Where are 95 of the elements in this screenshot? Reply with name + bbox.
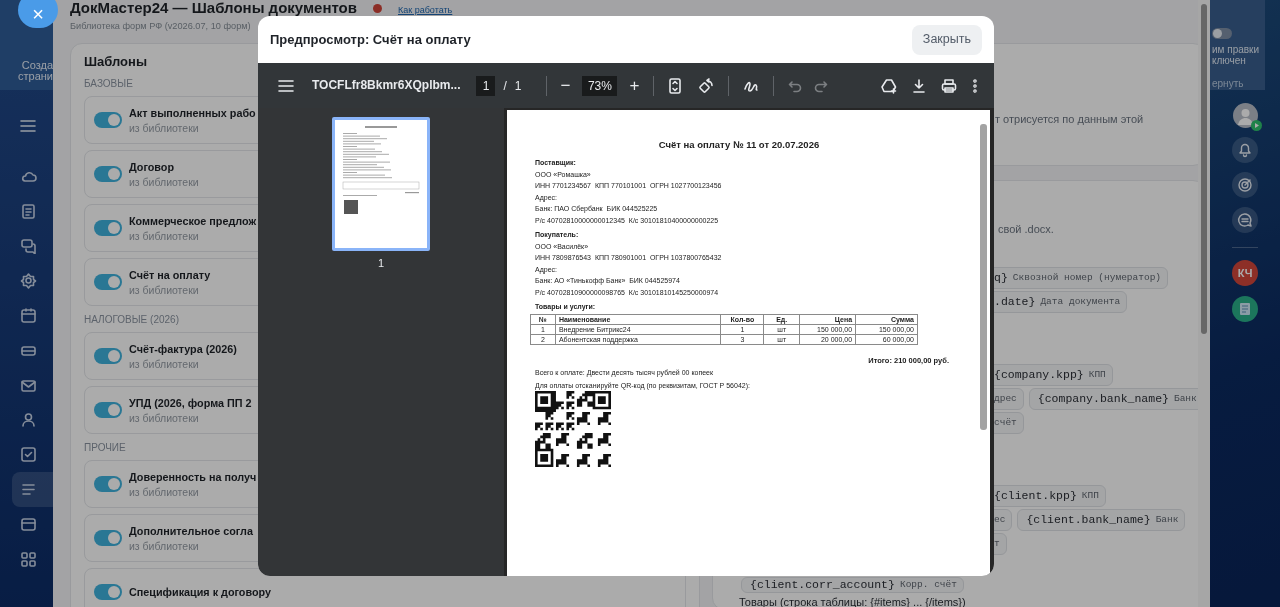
template-source: из библиотеки: [129, 539, 200, 553]
template-name: Акт выполненных рабо: [129, 106, 256, 121]
toggle-switch[interactable]: [1212, 28, 1232, 39]
placeholder-hint: Банк: [1173, 391, 1197, 406]
toggle-switch[interactable]: [94, 220, 122, 236]
template-source: из библиотеки: [129, 229, 200, 243]
placeholder-hint: Корр. счёт: [899, 577, 957, 592]
close-button[interactable]: Закрыть: [911, 24, 982, 55]
template-name: Спецификация к договору: [129, 585, 271, 600]
card-text: свой .docx.: [998, 222, 1055, 237]
toggle-switch[interactable]: [94, 530, 122, 546]
zoom-out-button[interactable]: −: [560, 77, 571, 94]
help-icon: [373, 4, 382, 13]
template-name: УПД (2026, форма ПП 2: [129, 396, 252, 411]
checkbox-icon[interactable]: [20, 446, 37, 464]
template-source: из библиотеки: [129, 175, 199, 189]
toggle-switch[interactable]: [94, 584, 122, 600]
template-name: Коммерческое предлож: [129, 214, 257, 229]
placeholder-code: {company.bank_name}: [1037, 391, 1169, 408]
toggle-switch[interactable]: [94, 274, 122, 290]
gear-icon[interactable]: [20, 272, 37, 290]
toggle-switch[interactable]: [94, 348, 122, 364]
rotate-icon[interactable]: [698, 77, 715, 94]
menu-icon[interactable]: [278, 78, 294, 93]
placeholder-code: {client.bank_name}: [1026, 512, 1151, 529]
document-icon[interactable]: [20, 202, 37, 220]
chat-icon[interactable]: [20, 237, 37, 255]
placeholder-hint: КПП: [1081, 488, 1099, 503]
group-label: ПРОЧИЕ: [84, 441, 126, 455]
zoom-in-button[interactable]: +: [629, 77, 640, 94]
scrollbar[interactable]: [1198, 0, 1210, 607]
play-badge-icon: [1250, 120, 1262, 131]
drive-add-icon[interactable]: [881, 77, 897, 94]
template-source: из библиотеки: [129, 283, 200, 297]
placeholder-hint: счёт: [994, 415, 1017, 430]
template-name: Доверенность на получ: [129, 470, 257, 485]
placeholder-code: {client.kpp}: [994, 488, 1077, 505]
placeholder-code: .date}: [994, 294, 1036, 311]
calendar-icon[interactable]: [20, 307, 37, 325]
help-link[interactable]: Как работать: [398, 5, 453, 16]
more-icon[interactable]: [972, 77, 978, 94]
window-icon[interactable]: [20, 515, 37, 533]
placeholder-hint: КПП: [1088, 367, 1106, 382]
app-icon[interactable]: [1232, 296, 1258, 322]
grid-icon[interactable]: [20, 550, 37, 568]
card-title: Шаблоны: [84, 54, 148, 70]
template-source: из библиотеки: [129, 411, 200, 425]
file-name: TOCFLfr8Bkmr6XQplbm...: [312, 78, 461, 93]
template-source: из библиотеки: [129, 485, 200, 499]
placeholder-hint: ес: [994, 512, 1006, 527]
menu-icon[interactable]: [20, 119, 36, 133]
card-text: т отрисуется по данным этой: [995, 112, 1144, 128]
page-number: 1: [377, 256, 385, 271]
page-count: 1: [514, 77, 522, 95]
toggle-switch[interactable]: [94, 476, 122, 492]
dialog-title: Предпросмотр: Счёт на оплату: [270, 30, 471, 49]
edit-mode-label: ключен: [1212, 55, 1247, 66]
template-source: из библиотеки: [129, 357, 200, 371]
page-separator: /: [503, 77, 507, 95]
menu-label: страни: [18, 71, 53, 82]
group-label: НАЛОГОВЫЕ (2026): [84, 313, 179, 327]
template-name: Счёт-фактура (2026): [129, 342, 237, 357]
page-input[interactable]: 1: [476, 75, 496, 96]
page-subtitle: Библиотека форм РФ (v2026.07, 10 форм): [70, 20, 252, 33]
toggle-switch[interactable]: [94, 166, 122, 182]
document-title: Счёт на оплату № 11 от 20.07.2026: [657, 139, 821, 151]
placeholder-hint: Сквозной номер (нумератор): [1012, 270, 1162, 285]
template-name: Счёт на оплату: [129, 268, 211, 283]
placeholder-hint: Банк: [1155, 512, 1179, 527]
toggle-switch[interactable]: [94, 112, 122, 128]
download-icon[interactable]: [912, 77, 926, 94]
chat-icon[interactable]: [1236, 211, 1254, 229]
placeholder-hint: дрес: [994, 391, 1017, 406]
toggle-switch[interactable]: [94, 402, 122, 418]
placeholder-code: q}: [994, 270, 1008, 287]
people-icon[interactable]: [20, 411, 37, 429]
template-source: из библиотеки: [129, 121, 200, 135]
placeholder-code: {company.kpp}: [994, 367, 1084, 384]
group-label: БАЗОВЫЕ: [84, 77, 133, 91]
page-title: ДокМастер24 — Шаблоны документов: [70, 0, 357, 16]
user-avatar[interactable]: КЧ: [1232, 260, 1258, 286]
placeholder-hint: Дата документа: [1040, 294, 1121, 309]
fit-page-icon[interactable]: [668, 77, 683, 94]
template-name: Договор: [129, 160, 176, 175]
menu-label: Созда: [21, 60, 53, 71]
print-icon[interactable]: [941, 77, 957, 94]
edit-mode-label: им правки: [1212, 44, 1261, 55]
placeholder-hint: т: [994, 536, 1000, 551]
placeholder-code: {client.corr_account}: [750, 577, 895, 594]
template-name: Дополнительное согла: [129, 524, 253, 539]
target-icon[interactable]: [1236, 176, 1254, 194]
zoom-field[interactable]: 73%: [582, 75, 618, 96]
scrollbar[interactable]: [977, 110, 990, 576]
bell-icon[interactable]: [1236, 141, 1254, 159]
page-thumbnail[interactable]: [332, 117, 430, 251]
